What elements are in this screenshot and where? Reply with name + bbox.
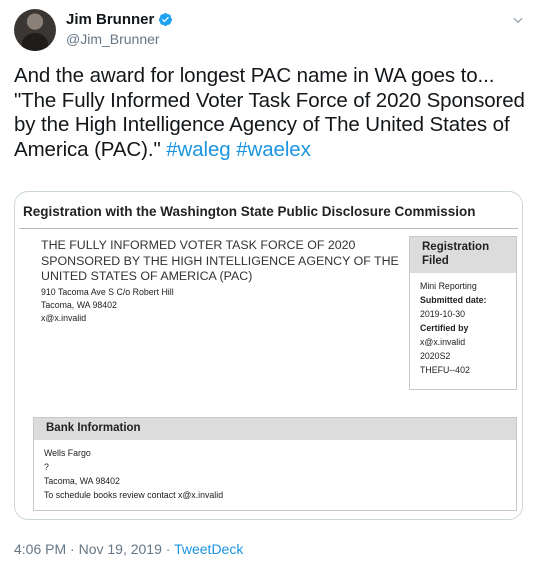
bank-details: Wells Fargo ? Tacoma, WA 98402 To schedu…: [34, 440, 516, 502]
document-title: Registration with the Washington State P…: [23, 204, 476, 219]
divider: [19, 228, 518, 229]
avatar[interactable]: [14, 9, 56, 51]
address-email: x@x.invalid: [41, 313, 87, 323]
tweet-text: And the award for longest PAC name in WA…: [14, 64, 529, 162]
address-line: 910 Tacoma Ave S C/o Robert Hill: [41, 287, 174, 297]
tweet-footer: 4:06 PM · Nov 19, 2019 · TweetDeck: [14, 541, 243, 557]
author-name[interactable]: Jim Brunner: [66, 11, 154, 28]
registration-details: Mini Reporting Submitted date: 2019-10-3…: [410, 273, 516, 377]
tweet-date[interactable]: Nov 19, 2019: [79, 541, 162, 557]
bank-line: Tacoma, WA 98402: [44, 476, 120, 486]
tweet-source[interactable]: TweetDeck: [174, 541, 243, 557]
pac-address: 910 Tacoma Ave S C/o Robert Hill Tacoma,…: [41, 286, 174, 325]
bank-line: ?: [44, 462, 49, 472]
tweet-time[interactable]: 4:06 PM: [14, 541, 66, 557]
address-line: Tacoma, WA 98402: [41, 300, 117, 310]
chevron-down-icon[interactable]: [511, 13, 525, 27]
bank-information-box: Bank Information Wells Fargo ? Tacoma, W…: [33, 417, 517, 511]
registration-line: THEFU--402: [420, 365, 470, 375]
registration-line: 2019-10-30: [420, 309, 465, 319]
bank-heading: Bank Information: [34, 418, 516, 440]
verified-badge-icon: [159, 12, 173, 27]
footer-separator: ·: [161, 541, 175, 557]
attached-image-card[interactable]: Registration with the Washington State P…: [14, 191, 523, 520]
bank-line: To schedule books review contact x@x.inv…: [44, 490, 224, 500]
bank-line: Wells Fargo: [44, 448, 91, 458]
hashtag-waelex[interactable]: #waelex: [236, 138, 311, 161]
hashtag-waleg[interactable]: #waleg: [166, 138, 230, 161]
registration-heading: Registration Filed: [410, 237, 516, 273]
author-name-row[interactable]: Jim Brunner: [66, 11, 173, 28]
registration-line: 2020S2: [420, 351, 451, 361]
registration-line: Submitted date:: [420, 295, 487, 305]
pac-name: THE FULLY INFORMED VOTER TASK FORCE OF 2…: [41, 238, 399, 283]
author-handle[interactable]: @Jim_Brunner: [66, 31, 160, 47]
footer-separator: ·: [66, 541, 79, 557]
tweet-header: Jim Brunner @Jim_Brunner: [14, 9, 529, 53]
registration-line: x@x.invalid: [420, 337, 466, 347]
registration-line: Certified by: [420, 323, 469, 333]
registration-line: Mini Reporting: [420, 281, 477, 291]
tweet-text-line1: And the award for longest PAC name in WA…: [14, 64, 495, 87]
registration-status-box: Registration Filed Mini Reporting Submit…: [409, 236, 517, 390]
